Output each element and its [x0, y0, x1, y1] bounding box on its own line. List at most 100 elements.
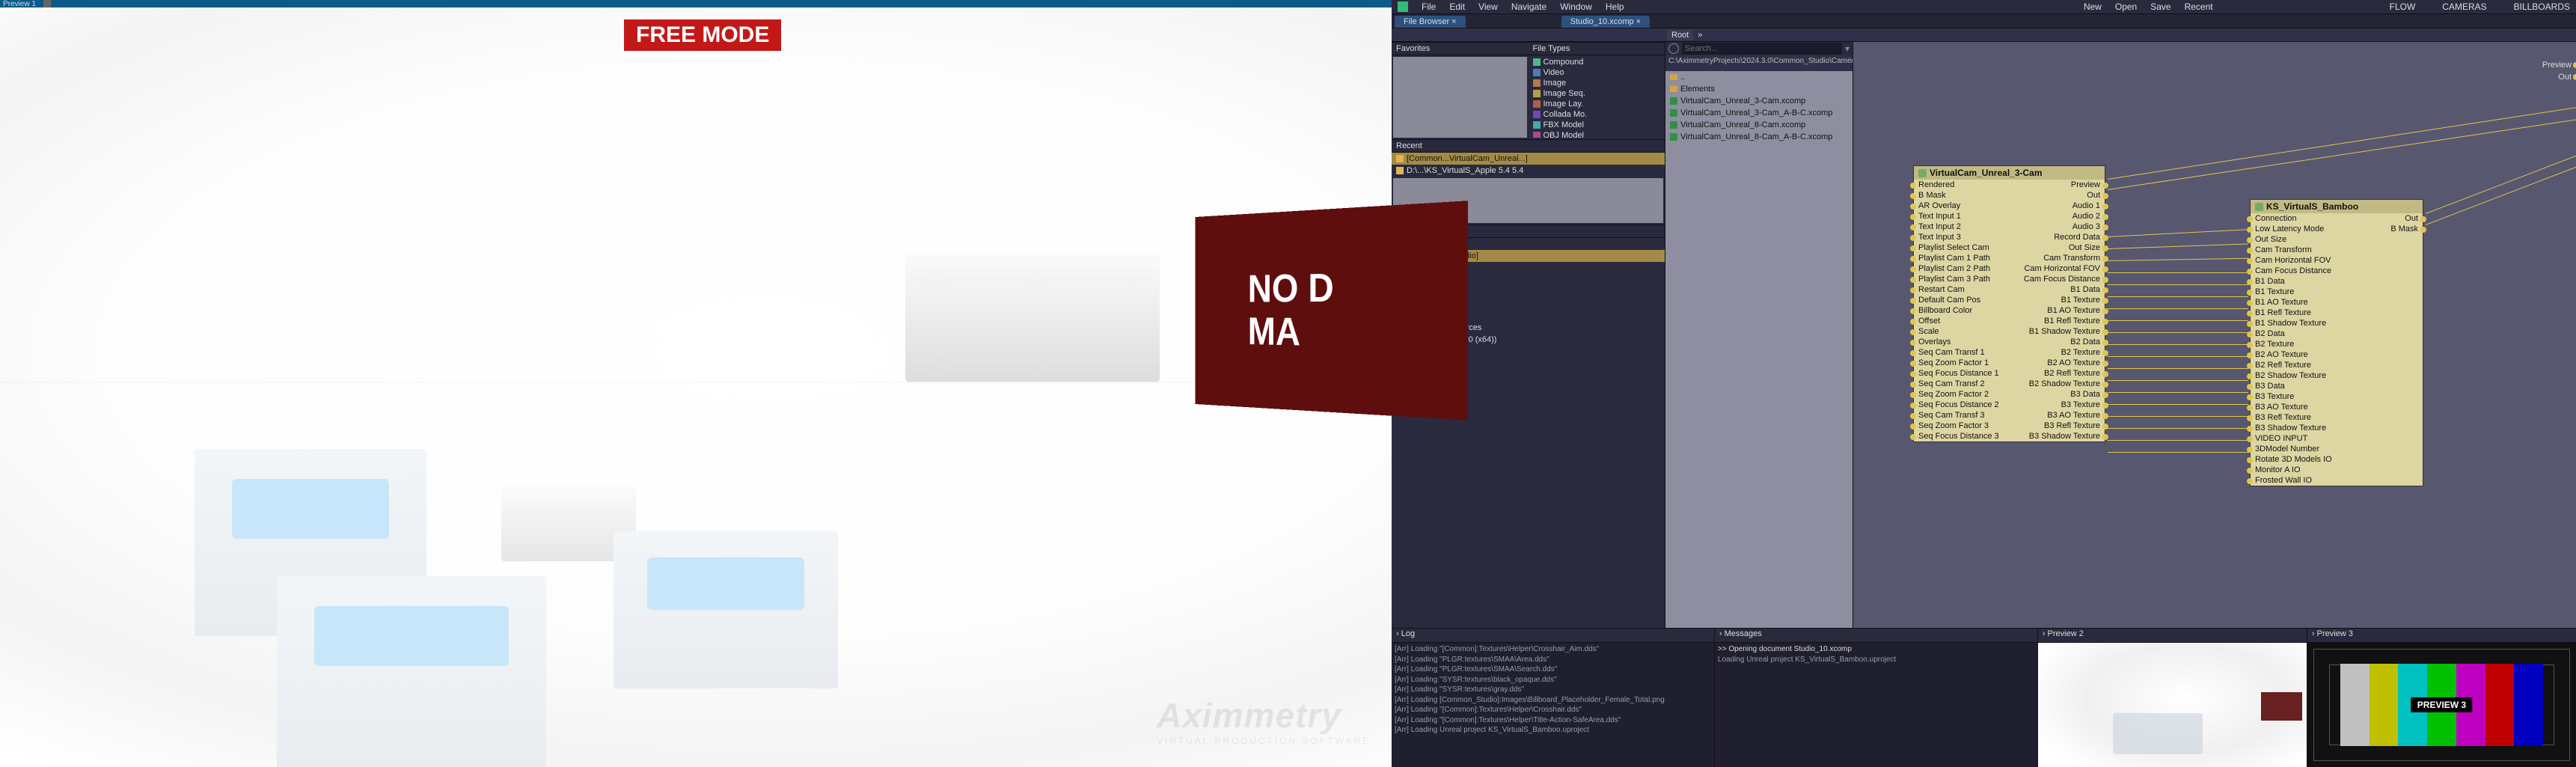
node-output-pin[interactable]: Out Size: [2011, 242, 2105, 253]
node-input-pin[interactable]: Text Input 1: [1914, 211, 2011, 221]
node-input-pin[interactable]: Seq Cam Transf 1: [1914, 347, 2011, 358]
file-item[interactable]: VirtualCam_Unreal_3-Cam_A-B-C.xcomp: [1665, 107, 1853, 119]
node-input-pin[interactable]: Seq Cam Transf 3: [1914, 410, 2011, 421]
node-output-pin[interactable]: Record Data: [2011, 232, 2105, 242]
node-input-pin[interactable]: B Mask: [1914, 190, 2011, 201]
node-input-pin[interactable]: Seq Cam Transf 2: [1914, 379, 2011, 389]
flow-canvas[interactable]: Preview Out VirtualCam_Unreal_3-Cam Rend…: [1853, 42, 2576, 628]
filetype-item[interactable]: Image Seq.: [1530, 88, 1664, 99]
node-output-pin[interactable]: B1 Refl Texture: [2011, 316, 2105, 326]
node-input-pin[interactable]: Seq Zoom Factor 3: [1914, 421, 2011, 431]
node-output-pin[interactable]: Cam Focus Distance: [2011, 274, 2105, 284]
node-input-pin[interactable]: VIDEO INPUT: [2251, 433, 2361, 444]
menu-window[interactable]: Window: [1560, 1, 1592, 12]
node-output-pin[interactable]: Out: [2361, 213, 2423, 224]
menu-navigate[interactable]: Navigate: [1511, 1, 1546, 12]
open-button[interactable]: Open: [2115, 1, 2137, 12]
node-input-pin[interactable]: B1 Texture: [2251, 287, 2361, 297]
recent-item[interactable]: D:\...\KS_VirtualS_Apple 5.4 5.4: [1392, 165, 1665, 177]
path-bar[interactable]: C:\AximmetryProjects\2024.3.0\Common_Stu…: [1665, 55, 1853, 71]
node-input-pin[interactable]: Monitor A IO: [2251, 465, 2361, 475]
node-input-pin[interactable]: B1 Shadow Texture: [2251, 318, 2361, 329]
node-output-pin[interactable]: B2 AO Texture: [2011, 358, 2105, 368]
node-output-pin[interactable]: B3 Data: [2011, 389, 2105, 400]
preview-2-content[interactable]: [2038, 643, 2307, 767]
node-input-pin[interactable]: B2 Shadow Texture: [2251, 370, 2361, 381]
node-output-pin[interactable]: Out: [2011, 190, 2105, 201]
node-input-pin[interactable]: Playlist Select Cam: [1914, 242, 2011, 253]
node-input-pin[interactable]: Cam Focus Distance: [2251, 266, 2361, 276]
node-input-pin[interactable]: Scale: [1914, 326, 2011, 337]
node-output-pin[interactable]: B2 Shadow Texture: [2011, 379, 2105, 389]
tab-file-browser[interactable]: File Browser ×: [1395, 16, 1466, 28]
node-input-pin[interactable]: Seq Focus Distance 2: [1914, 400, 2011, 410]
preview-1-scene[interactable]: FREE MODE NO D MA Aximmetry VIRTUAL PROD…: [0, 7, 1392, 767]
preview-3-content[interactable]: PREVIEW 3: [2307, 643, 2576, 767]
file-item[interactable]: VirtualCam_Unreal_8-Cam_A-B-C.xcomp: [1665, 131, 1853, 143]
node-input-pin[interactable]: Rotate 3D Models IO: [2251, 454, 2361, 465]
node-input-pin[interactable]: Out Size: [2251, 234, 2361, 245]
node-output-pin[interactable]: B1 Shadow Texture: [2011, 326, 2105, 337]
messages-content[interactable]: >> Opening document Studio_10.xcomp Load…: [1715, 643, 2037, 767]
node-input-pin[interactable]: Seq Focus Distance 3: [1914, 431, 2011, 441]
node-output-pin[interactable]: Cam Horizontal FOV: [2011, 263, 2105, 274]
node-output-pin[interactable]: B3 AO Texture: [2011, 410, 2105, 421]
node-output-pin[interactable]: Preview: [2011, 180, 2105, 190]
menu-view[interactable]: View: [1478, 1, 1498, 12]
node-output-pin[interactable]: B2 Refl Texture: [2011, 368, 2105, 379]
node-output-pin[interactable]: B3 Shadow Texture: [2011, 431, 2105, 441]
node-output-pin[interactable]: B1 Data: [2011, 284, 2105, 295]
preview-1-titlebar[interactable]: Preview 1: [0, 0, 1392, 7]
node-input-pin[interactable]: Playlist Cam 2 Path: [1914, 263, 2011, 274]
node-output-pin[interactable]: B1 AO Texture: [2011, 305, 2105, 316]
node-input-pin[interactable]: Playlist Cam 3 Path: [1914, 274, 2011, 284]
cameras-button[interactable]: CAMERAS: [2442, 1, 2486, 12]
recent-button[interactable]: Recent: [2185, 1, 2213, 12]
menu-edit[interactable]: Edit: [1449, 1, 1465, 12]
node-output-pin[interactable]: Audio 3: [2011, 221, 2105, 232]
node-input-pin[interactable]: Seq Zoom Factor 1: [1914, 358, 2011, 368]
node-input-pin[interactable]: Overlays: [1914, 337, 2011, 347]
node-output-pin[interactable]: B1 Texture: [2011, 295, 2105, 305]
folder-item[interactable]: Elements: [1665, 83, 1853, 95]
node-input-pin[interactable]: Low Latency Mode: [2251, 224, 2361, 234]
node-input-pin[interactable]: Playlist Cam 1 Path: [1914, 253, 2011, 263]
node-input-pin[interactable]: Cam Transform: [2251, 245, 2361, 255]
node-output-pin[interactable]: B3 Refl Texture: [2011, 421, 2105, 431]
close-icon[interactable]: [43, 0, 51, 7]
node-output-pin[interactable]: Cam Transform: [2011, 253, 2105, 263]
node-input-pin[interactable]: Frosted Wall IO: [2251, 475, 2361, 486]
node-input-pin[interactable]: Connection: [2251, 213, 2361, 224]
folder-up[interactable]: ..: [1665, 71, 1853, 83]
filetype-item[interactable]: Image: [1530, 78, 1664, 88]
node-input-pin[interactable]: Default Cam Pos: [1914, 295, 2011, 305]
node-input-pin[interactable]: 3DModel Number: [2251, 444, 2361, 454]
node-input-pin[interactable]: Offset: [1914, 316, 2011, 326]
file-item[interactable]: VirtualCam_Unreal_8-Cam.xcomp: [1665, 119, 1853, 131]
log-content[interactable]: [Arr] Loading "[Common]:Textures\Helper\…: [1392, 643, 1714, 767]
graph-out-out[interactable]: Out: [2558, 72, 2572, 82]
node-input-pin[interactable]: B2 Refl Texture: [2251, 360, 2361, 370]
filetype-item[interactable]: Collada Mo.: [1530, 109, 1664, 120]
node-output-pin[interactable]: Audio 2: [2011, 211, 2105, 221]
node-input-pin[interactable]: B2 Texture: [2251, 339, 2361, 349]
filetype-item[interactable]: Compound: [1530, 57, 1664, 67]
node-input-pin[interactable]: B3 Data: [2251, 381, 2361, 391]
recent-item[interactable]: [Common...VirtualCam_Unreal...]: [1392, 153, 1665, 165]
billboards-button[interactable]: BILLBOARDS: [2514, 1, 2570, 12]
node-input-pin[interactable]: Text Input 2: [1914, 221, 2011, 232]
node-input-pin[interactable]: AR Overlay: [1914, 201, 2011, 211]
save-button[interactable]: Save: [2150, 1, 2170, 12]
tab-document[interactable]: Studio_10.xcomp ×: [1561, 16, 1650, 28]
breadcrumb-root[interactable]: Root: [1667, 30, 1693, 40]
node-input-pin[interactable]: Restart Cam: [1914, 284, 2011, 295]
node-input-pin[interactable]: Seq Zoom Factor 2: [1914, 389, 2011, 400]
node-input-pin[interactable]: B2 Data: [2251, 329, 2361, 339]
chevron-down-icon[interactable]: ▾: [1845, 43, 1850, 54]
node-input-pin[interactable]: Rendered: [1914, 180, 2011, 190]
node-input-pin[interactable]: B3 AO Texture: [2251, 402, 2361, 412]
node-output-pin[interactable]: Audio 1: [2011, 201, 2105, 211]
node-input-pin[interactable]: B3 Texture: [2251, 391, 2361, 402]
filetype-item[interactable]: Video: [1530, 67, 1664, 78]
filetype-item[interactable]: FBX Model: [1530, 120, 1664, 130]
